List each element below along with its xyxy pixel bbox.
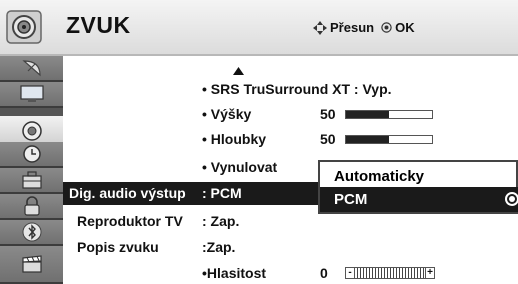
page-title: ZVUK [66,12,131,38]
treble-value: 50 [320,106,336,122]
ok-button-icon [381,22,392,33]
sidebar-item-channel[interactable] [0,56,63,82]
option-pcm-label: PCM [334,191,368,208]
menu-item-volume[interactable]: •Hlasitost 0 - + [63,262,518,284]
toolbox-icon [21,171,43,189]
option-automatic[interactable]: Automaticky [320,164,518,189]
digital-audio-options-popup: Automaticky PCM [318,160,518,214]
clock-icon [22,144,42,164]
bluetooth-icon [22,222,42,242]
volume-slider[interactable]: - + [345,267,435,279]
sidebar-item-bluetooth[interactable] [0,220,63,246]
audio-description-label: Popis zvuku [77,239,159,255]
monitor-icon [19,85,44,103]
volume-minus-icon: - [345,267,355,279]
digital-audio-label: Dig. audio výstup [69,185,186,201]
treble-level-bar [345,110,433,119]
bass-label: • Hloubky [202,131,267,147]
menu-item-bass[interactable]: • Hloubky 50 [63,128,518,151]
volume-label: •Hlasitost [202,265,267,281]
srs-label: • SRS TruSurround XT : Vyp. [202,81,392,97]
selected-radio-icon [505,192,518,206]
bass-value: 50 [320,131,336,147]
menu-item-treble[interactable]: • Výšky 50 [63,103,518,126]
digital-audio-value: : PCM [202,185,242,201]
sound-menu-screen: ZVUK Přesun OK • SRS TruSurround XT: Vy… [0,0,518,284]
bass-level-fill [346,136,389,143]
reset-label: • Vynulovat [202,159,278,175]
option-automatic-label: Automaticky [334,168,425,185]
dpad-icon [313,20,327,35]
sidebar-item-lock[interactable] [0,194,63,220]
menu-item-srs[interactable]: • SRS TruSurround XT : Vyp. [63,78,518,101]
menu-header: ZVUK Přesun OK [0,0,518,56]
treble-level-fill [346,111,389,118]
volume-plus-icon: + [425,267,435,279]
sidebar-item-time[interactable] [0,142,63,168]
menu-item-audio-description[interactable]: Popis zvuku :Zap. [63,236,518,259]
lock-icon [23,196,41,216]
speaker-icon [21,120,43,142]
sidebar-item-picture[interactable] [0,82,63,108]
sidebar-item-options[interactable] [0,168,63,194]
audio-description-value: :Zap. [202,239,236,255]
treble-label: • Výšky [202,106,252,122]
volume-value: 0 [320,265,328,281]
option-pcm[interactable]: PCM [320,187,518,212]
hint-move-label: Přesun [330,20,375,35]
hint-ok-label: OK [395,20,415,35]
tv-speaker-label: Reproduktor TV [77,213,183,229]
satellite-dish-icon [21,58,43,78]
sidebar-item-media[interactable] [0,246,63,284]
speaker-icon [6,10,42,44]
navigation-hint: Přesun OK [313,20,415,35]
clapperboard-icon [21,255,43,273]
bass-level-bar [345,135,433,144]
tv-speaker-value: : Zap. [202,213,240,229]
sidebar [0,56,63,284]
